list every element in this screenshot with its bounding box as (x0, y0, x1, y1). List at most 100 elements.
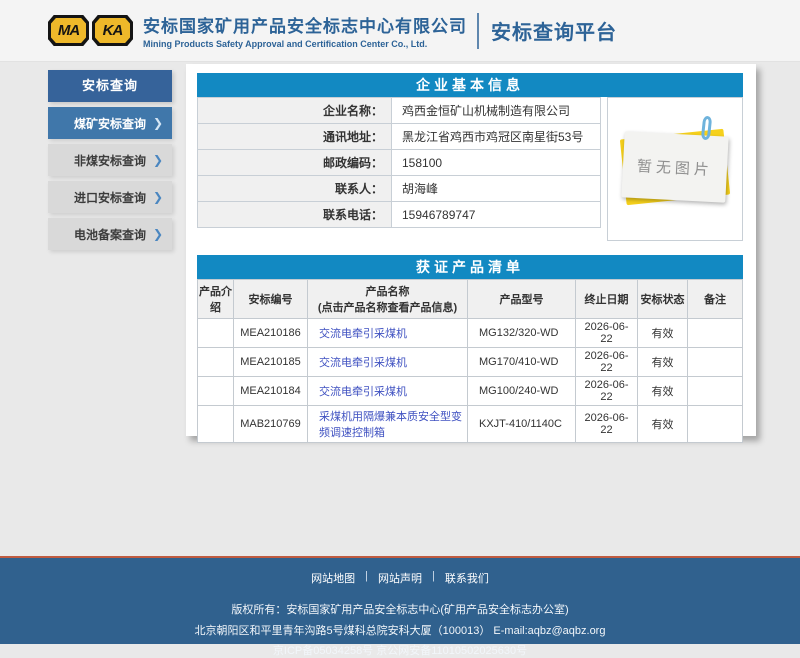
contact-phone-label: 联系电话： (198, 202, 392, 228)
cell-product-model: KXJT-410/1140C (468, 406, 576, 443)
contact-person-label: 联系人： (198, 176, 392, 202)
footer-separator: | (365, 570, 368, 586)
no-image-placeholder: 暂无图片 (623, 134, 727, 200)
contact-phone-value: 15946789747 (392, 202, 601, 228)
cell-product-model: MG132/320-WD (468, 319, 576, 348)
table-row: MEA210185 交流电牵引采煤机 MG170/410-WD 2026-06-… (198, 348, 743, 377)
company-name-label: 企业名称： (198, 98, 392, 124)
sidebar-item-label: 煤矿安标查询 (74, 115, 146, 132)
cell-remark (688, 348, 743, 377)
product-name-link[interactable]: 交流电牵引采煤机 (319, 386, 407, 398)
header-divider (477, 13, 479, 49)
content-panel: 企业基本信息 企业名称： 鸡西金恒矿山机械制造有限公司 通讯地址： 黑龙江省鸡西… (186, 64, 756, 436)
cell-end-date: 2026-06-22 (576, 377, 638, 406)
sidebar: 安标查询 煤矿安标查询 ❯ 非煤安标查询 ❯ 进口安标查询 ❯ 电池备案查询 ❯ (48, 70, 172, 250)
col-product-model: 产品型号 (468, 280, 576, 319)
cell-end-date: 2026-06-22 (576, 348, 638, 377)
cell-cert-no: MEA210186 (234, 319, 308, 348)
postcode-label: 邮政编码： (198, 150, 392, 176)
cell-remark (688, 406, 743, 443)
col-product-intro: 产品介绍 (198, 280, 234, 319)
cell-product-intro (198, 377, 234, 406)
col-cert-no: 安标编号 (234, 280, 308, 319)
sidebar-item-label: 进口安标查询 (74, 189, 146, 206)
sidebar-item-label: 电池备案查询 (74, 226, 146, 243)
product-name-link[interactable]: 采煤机用隔爆兼本质安全型变频调速控制箱 (319, 411, 462, 439)
sidebar-item-label: 非煤安标查询 (74, 152, 146, 169)
col-product-name-line1: 产品名称 (309, 283, 466, 299)
company-info-section: 企业名称： 鸡西金恒矿山机械制造有限公司 通讯地址： 黑龙江省鸡西市鸡冠区南星街… (197, 97, 743, 241)
sidebar-item-import-query[interactable]: 进口安标查询 ❯ (48, 181, 172, 213)
cell-cert-no: MAB210769 (234, 406, 308, 443)
company-image-box: 暂无图片 (607, 97, 743, 241)
product-name-link[interactable]: 交流电牵引采煤机 (319, 357, 407, 369)
cell-status: 有效 (638, 348, 688, 377)
footer-link-statement[interactable]: 网站声明 (378, 570, 422, 586)
table-row: MAB210769 采煤机用隔爆兼本质安全型变频调速控制箱 KXJT-410/1… (198, 406, 743, 443)
company-info-table: 企业名称： 鸡西金恒矿山机械制造有限公司 通讯地址： 黑龙江省鸡西市鸡冠区南星街… (197, 97, 601, 228)
table-row: MEA210186 交流电牵引采煤机 MG132/320-WD 2026-06-… (198, 319, 743, 348)
cell-product-intro (198, 348, 234, 377)
cell-product-name: 交流电牵引采煤机 (308, 377, 468, 406)
cell-end-date: 2026-06-22 (576, 406, 638, 443)
chevron-right-icon: ❯ (153, 227, 163, 241)
org-name-en: Mining Products Safety Approval and Cert… (143, 39, 467, 49)
maka-logo-icon: MA KA (48, 15, 133, 46)
logo-badge-ka: KA (92, 15, 133, 46)
contact-person-value: 胡海峰 (392, 176, 601, 202)
footer-links: 网站地图 | 网站声明 | 联系我们 (0, 558, 800, 586)
cell-status: 有效 (638, 319, 688, 348)
footer-copyright: 版权所有：安标国家矿用产品安全标志中心(矿用产品安全标志办公室) (0, 601, 800, 617)
cell-product-name: 交流电牵引采煤机 (308, 319, 468, 348)
chevron-right-icon: ❯ (153, 116, 163, 130)
footer-address: 北京朝阳区和平里青年沟路5号煤科总院安科大厦（100013） E-mail:aq… (0, 622, 800, 638)
org-name-cn: 安标国家矿用产品安全标志中心有限公司 (143, 12, 467, 37)
product-name-link[interactable]: 交流电牵引采煤机 (319, 328, 407, 340)
cell-cert-no: MEA210184 (234, 377, 308, 406)
cell-end-date: 2026-06-22 (576, 319, 638, 348)
platform-title: 安标查询平台 (491, 16, 617, 45)
col-status: 安标状态 (638, 280, 688, 319)
product-list-title: 获证产品清单 (197, 255, 743, 279)
sidebar-item-noncoal-query[interactable]: 非煤安标查询 ❯ (48, 144, 172, 176)
cell-status: 有效 (638, 377, 688, 406)
cell-product-name: 采煤机用隔爆兼本质安全型变频调速控制箱 (308, 406, 468, 443)
sidebar-item-battery-query[interactable]: 电池备案查询 ❯ (48, 218, 172, 250)
table-header-row: 产品介绍 安标编号 产品名称 (点击产品名称查看产品信息) 产品型号 终止日期 … (198, 280, 743, 319)
chevron-right-icon: ❯ (153, 153, 163, 167)
postcode-value: 158100 (392, 150, 601, 176)
sidebar-item-coal-query[interactable]: 煤矿安标查询 ❯ (48, 107, 172, 139)
cell-product-model: MG170/410-WD (468, 348, 576, 377)
logo-badge-ka-text: KA (95, 18, 130, 43)
table-row: 通讯地址： 黑龙江省鸡西市鸡冠区南星街53号 (198, 124, 601, 150)
table-row: 联系电话： 15946789747 (198, 202, 601, 228)
table-row: 邮政编码： 158100 (198, 150, 601, 176)
address-label: 通讯地址： (198, 124, 392, 150)
cell-product-model: MG100/240-WD (468, 377, 576, 406)
main-area: 安标查询 煤矿安标查询 ❯ 非煤安标查询 ❯ 进口安标查询 ❯ 电池备案查询 ❯… (0, 62, 800, 556)
col-remark: 备注 (688, 280, 743, 319)
org-names: 安标国家矿用产品安全标志中心有限公司 Mining Products Safet… (143, 12, 467, 49)
page-footer: 网站地图 | 网站声明 | 联系我们 版权所有：安标国家矿用产品安全标志中心(矿… (0, 558, 800, 644)
cell-product-intro (198, 319, 234, 348)
no-image-text: 暂无图片 (621, 131, 728, 202)
table-row: 企业名称： 鸡西金恒矿山机械制造有限公司 (198, 98, 601, 124)
company-info-title: 企业基本信息 (197, 73, 743, 97)
footer-link-contact[interactable]: 联系我们 (445, 570, 489, 586)
cell-remark (688, 319, 743, 348)
footer-icp: 京ICP备05034258号 京公网安备11010502025630号 (0, 642, 800, 658)
col-product-name-hint: (点击产品名称查看产品信息) (309, 299, 466, 315)
footer-separator: | (432, 570, 435, 586)
company-name-value: 鸡西金恒矿山机械制造有限公司 (392, 98, 601, 124)
address-value: 黑龙江省鸡西市鸡冠区南星街53号 (392, 124, 601, 150)
cell-product-name: 交流电牵引采煤机 (308, 348, 468, 377)
cell-remark (688, 377, 743, 406)
col-product-name: 产品名称 (点击产品名称查看产品信息) (308, 280, 468, 319)
table-row: MEA210184 交流电牵引采煤机 MG100/240-WD 2026-06-… (198, 377, 743, 406)
col-end-date: 终止日期 (576, 280, 638, 319)
footer-link-sitemap[interactable]: 网站地图 (311, 570, 355, 586)
logo-badge-ma-text: MA (51, 18, 86, 43)
chevron-right-icon: ❯ (153, 190, 163, 204)
cell-status: 有效 (638, 406, 688, 443)
page-header: MA KA 安标国家矿用产品安全标志中心有限公司 Mining Products… (0, 0, 800, 62)
